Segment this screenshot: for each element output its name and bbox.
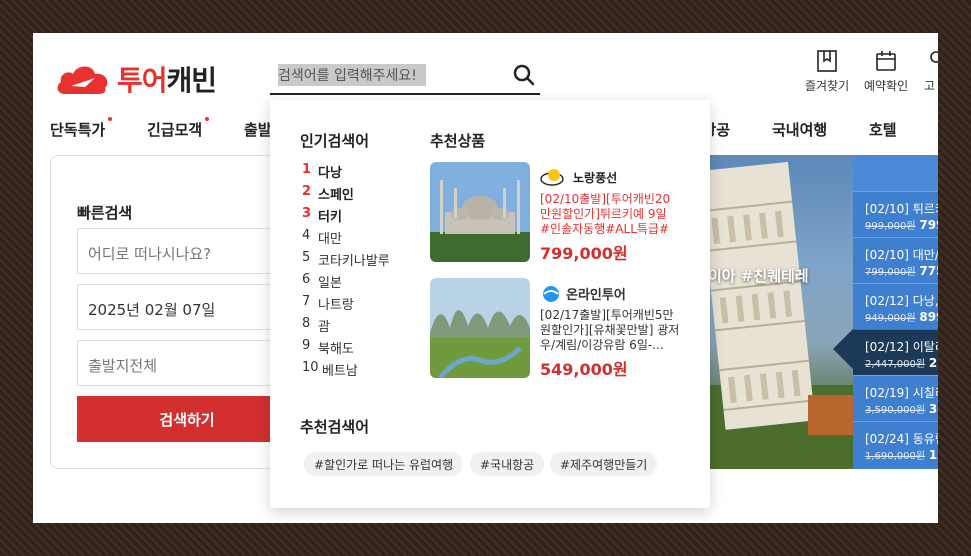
deal-title: [02/12] 이탈리: [865, 340, 938, 354]
destination-field[interactable]: 어디로 떠나시나요?: [77, 228, 297, 274]
page: 투어캐빈 즐겨찾기 예약확인 고 단독특가 긴급모객 출발 항공 국내여행 호텔…: [33, 33, 938, 523]
keyword-tag[interactable]: #국내항공: [470, 452, 545, 476]
quick-search-panel: 빠른검색 어디로 떠나시나요? 2025년 02월 07일 출발지전체 검색하기: [50, 155, 297, 469]
popular-term[interactable]: 7 나트랑: [302, 294, 354, 313]
popular-term[interactable]: 8괌: [302, 316, 330, 335]
logo-cloud-icon: [55, 60, 111, 98]
deal-title: [02/10] 대만/: [865, 248, 938, 262]
nav-item-hotel[interactable]: 호텔: [869, 119, 897, 140]
deal-new-price: 2,: [928, 356, 938, 370]
site-logo[interactable]: 투어캐빈: [55, 59, 218, 99]
deal-new-price: 799: [919, 218, 938, 232]
deal-title: [02/10] 튀르키: [865, 202, 938, 216]
search-suggest-dropdown: 인기검색어 추천상품 1 다낭 2 스페인 3 터키 4 대만 5 코타키나발루 6 일본 …: [270, 100, 710, 508]
recommended-keywords-title: 추천검색어: [300, 418, 370, 436]
customer-icon: [930, 51, 938, 63]
nav-item-exclusive[interactable]: 단독특가: [50, 117, 113, 140]
deal-item[interactable]: [02/19] 시칠리 3,590,000원 3,: [853, 375, 938, 421]
logo-text-dark: 캐빈: [166, 64, 218, 97]
logo-text-red: 투어: [117, 64, 168, 97]
recommended-product[interactable]: 노랑풍선 [02/10출발][투어캐빈20만원할인가]튀르키예 9일 #인솔자동…: [430, 162, 680, 264]
deal-list-header: [853, 155, 938, 191]
deal-new-price: 899: [919, 310, 938, 324]
nav-item-domestic[interactable]: 국내여행: [772, 119, 827, 140]
deal-item[interactable]: [02/10] 대만/ 799,000원 775: [853, 237, 938, 283]
pisa-tower-image: [708, 161, 853, 469]
deal-new-price: 1,5: [928, 448, 938, 462]
deal-title: [02/12] 다낭,: [865, 294, 938, 308]
product-description: [02/17출발][투어캐빈5만원할인가][유채꽃만발] 광저우/계림/이강유람…: [540, 308, 680, 352]
deal-old-price: 949,000원: [865, 313, 916, 324]
new-dot: [205, 117, 210, 121]
util-reservation-label: 예약확인: [864, 79, 909, 93]
util-customer[interactable]: 고: [924, 49, 938, 94]
popular-term[interactable]: 6 일본: [302, 272, 342, 291]
deal-title: [02/24] 동유럽: [865, 432, 938, 446]
util-reservation[interactable]: 예약확인: [864, 49, 908, 94]
deal-old-price: 2,447,000원: [865, 359, 926, 370]
deal-new-price: 775: [919, 264, 938, 278]
deal-list: [02/10] 튀르키 999,000원 799 [02/10] 대만/ 799…: [853, 155, 938, 469]
nav-item-air[interactable]: 항공: [712, 119, 730, 140]
bookmark-icon: [817, 50, 837, 72]
hero-banner[interactable]: 이아 #친퀘테레: [708, 155, 853, 469]
guilin-landscape-image: [430, 278, 530, 378]
deal-item-active[interactable]: [02/12] 이탈리 2,447,000원 2,: [853, 329, 938, 375]
product-price: 799,000원: [540, 244, 628, 263]
util-bookmark[interactable]: 즐겨찾기: [805, 49, 849, 94]
deal-new-price: 3,: [928, 402, 938, 416]
hero-pointer: [833, 327, 853, 371]
recommended-products-title: 추천상품: [430, 132, 486, 150]
recommended-product[interactable]: 온라인투어 [02/17출발][투어캐빈5만원할인가][유채꽃만발] 광저우/계…: [430, 278, 680, 380]
keyword-tag[interactable]: #제주여행만들기: [550, 452, 658, 476]
date-field[interactable]: 2025년 02월 07일: [77, 284, 297, 330]
search-input[interactable]: [278, 63, 498, 89]
nav-item-urgent[interactable]: 긴급모객: [147, 117, 210, 140]
popular-term[interactable]: 1 다낭: [302, 162, 342, 181]
deal-old-price: 3,590,000원: [865, 405, 926, 416]
online-tour-logo-icon: [543, 285, 559, 302]
deal-item[interactable]: [02/12] 다낭, 949,000원 899: [853, 283, 938, 329]
util-bookmark-label: 즐겨찾기: [805, 79, 850, 93]
util-customer-label: 고: [924, 79, 936, 93]
nav-item-departure[interactable]: 출발: [244, 119, 270, 140]
quick-search-title: 빠른검색: [77, 204, 133, 222]
deal-item[interactable]: [02/10] 튀르키 999,000원 799: [853, 191, 938, 237]
product-brand: 노랑풍선: [540, 168, 617, 186]
popular-term[interactable]: 10 베트남: [302, 360, 358, 379]
popular-term[interactable]: 3 터키: [302, 206, 342, 225]
product-price: 549,000원: [540, 360, 628, 379]
hero-caption: 이아 #친퀘테레: [708, 267, 809, 285]
deal-old-price: 799,000원: [865, 267, 916, 278]
keyword-tag[interactable]: #할인가로 떠나는 유럽여행: [304, 452, 464, 476]
search-icon[interactable]: [512, 63, 536, 87]
istanbul-mosque-image: [430, 162, 530, 262]
popular-term[interactable]: 2 스페인: [302, 184, 354, 203]
deal-item[interactable]: [02/24] 동유럽 1,690,000원 1,5: [853, 421, 938, 467]
yellow-balloon-logo-icon: [540, 169, 564, 186]
deal-old-price: 999,000원: [865, 221, 916, 232]
product-description: [02/10출발][투어캐빈20만원할인가]튀르키예 9일 #인솔자동행#ALL…: [540, 192, 671, 236]
departure-field[interactable]: 출발지전체: [77, 340, 297, 386]
new-dot: [108, 117, 113, 121]
product-brand: 온라인투어: [540, 284, 626, 303]
popular-term[interactable]: 9 북해도: [302, 338, 354, 357]
popular-title: 인기검색어: [300, 132, 370, 150]
deal-title: [02/19] 시칠리: [865, 386, 938, 400]
deal-old-price: 1,690,000원: [865, 451, 926, 462]
search-bar: [270, 59, 540, 95]
quick-search-button[interactable]: 검색하기: [77, 396, 297, 442]
popular-term[interactable]: 4 대만: [302, 228, 342, 247]
popular-term[interactable]: 5 코타키나발루: [302, 250, 390, 269]
calendar-icon: [876, 51, 896, 71]
